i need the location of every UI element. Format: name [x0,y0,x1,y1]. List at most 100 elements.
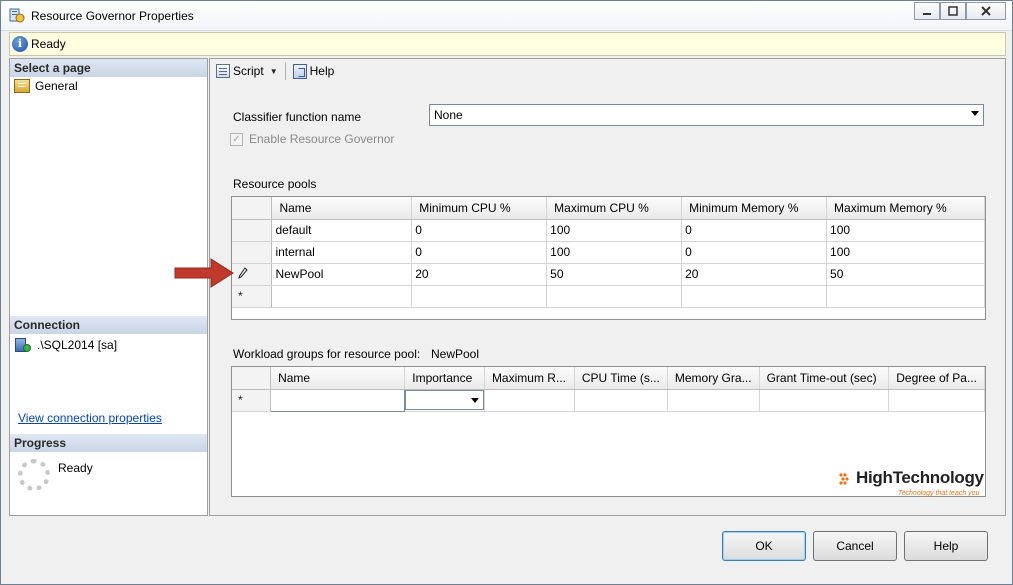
row-header[interactable] [232,263,273,286]
column-header[interactable]: Maximum CPU % [546,197,683,220]
dropdown-arrow-icon [971,111,979,116]
logo-dots-icon [839,473,849,485]
table-cell[interactable]: 20 [411,263,548,286]
pencil-icon [238,266,248,279]
table-row[interactable]: NewPool 20 50 20 50 [232,263,985,286]
table-cell[interactable] [681,285,828,308]
column-header[interactable]: Name [271,197,413,220]
table-cell[interactable]: 100 [546,241,683,264]
general-page-icon [14,79,30,93]
table-cell[interactable]: 50 [546,263,683,286]
help-toolbar-button[interactable]: Help [290,62,338,81]
toolbar: Script ▼ Help [210,59,1005,83]
table-cell[interactable] [759,389,890,412]
table-header-row: Name Minimum CPU % Maximum CPU % Minimum… [232,197,985,220]
table-cell[interactable]: 100 [546,219,683,242]
dropdown-arrow-icon [470,398,479,403]
workload-groups-label: Workload groups for resource pool: [233,347,421,361]
table-cell[interactable] [270,388,406,412]
window-title: Resource Governor Properties [31,9,194,23]
table-row[interactable]: internal 0 100 0 100 [232,241,985,264]
classifier-dropdown[interactable]: None [429,104,984,126]
info-icon: i [12,36,28,52]
column-header[interactable]: Name [270,367,406,390]
enable-resource-governor-checkbox[interactable]: ✓ [230,133,243,146]
cancel-button[interactable]: Cancel [813,531,897,561]
progress-header: Progress [10,434,207,452]
maximize-button[interactable] [940,2,966,20]
table-cell[interactable]: 100 [826,219,985,242]
ok-button[interactable]: OK [722,531,806,561]
script-label: Script [233,64,264,78]
table-cell[interactable]: default [271,219,413,242]
table-cell[interactable] [888,389,985,412]
status-bar: i Ready [9,32,1006,56]
script-icon [216,64,230,78]
table-cell[interactable]: 0 [681,219,828,242]
column-header[interactable]: Minimum CPU % [411,197,548,220]
row-header[interactable] [232,219,273,242]
row-header[interactable]: * [232,285,273,308]
column-header[interactable]: Grant Time-out (sec) [759,367,890,390]
table-cell[interactable]: internal [271,241,413,264]
close-button[interactable] [966,2,1006,20]
help-button[interactable]: Help [904,531,988,561]
view-connection-properties-link[interactable]: View connection properties [18,411,162,425]
table-cell[interactable] [271,285,413,308]
enable-resource-governor-label: Enable Resource Governor [249,132,395,146]
column-header[interactable]: Maximum Memory % [826,197,985,220]
progress-spinner-icon [18,459,50,491]
table-cell[interactable] [667,389,760,412]
importance-dropdown[interactable] [405,390,484,410]
table-cell[interactable]: 0 [411,241,548,264]
table-cell[interactable]: 50 [826,263,985,286]
table-cell[interactable] [484,389,575,412]
red-arrow-icon [174,258,234,288]
column-header[interactable]: Minimum Memory % [681,197,828,220]
table-cell[interactable] [574,389,668,412]
chevron-down-icon: ▼ [269,66,278,76]
row-header-corner [232,197,273,220]
table-cell[interactable] [411,285,548,308]
column-header[interactable]: Importance [404,367,485,390]
classifier-label: Classifier function name [233,110,362,124]
table-cell[interactable]: 0 [411,219,548,242]
column-header[interactable]: CPU Time (s... [574,367,668,390]
column-header[interactable]: Memory Gra... [667,367,760,390]
page-item-label: General [35,79,78,93]
table-header-row: Name Importance Maximum R... CPU Time (s… [232,367,985,390]
resource-pools-table: Name Minimum CPU % Maximum CPU % Minimum… [232,197,985,308]
table-cell[interactable] [546,285,683,308]
server-icon [15,338,31,352]
table-cell[interactable]: NewPool [271,263,413,286]
row-header[interactable] [232,241,273,264]
close-icon [981,6,991,16]
help-toolbar-label: Help [309,64,335,78]
column-header[interactable]: Maximum R... [484,367,575,390]
table-cell[interactable]: 0 [681,241,828,264]
table-cell[interactable] [826,285,985,308]
new-row-asterisk-icon: * [238,393,243,407]
table-row-new[interactable]: * [232,388,985,412]
toolbar-separator [284,62,286,80]
table-cell[interactable]: 20 [681,263,828,286]
help-icon [292,63,307,79]
script-button[interactable]: Script ▼ [213,62,281,80]
minimize-icon [923,13,931,15]
table-row-new[interactable]: * [232,285,985,308]
resource-pools-label: Resource pools [233,177,317,191]
row-header[interactable]: * [232,389,272,412]
column-header[interactable]: Degree of Pa... [888,367,985,390]
table-row[interactable]: default 0 100 0 100 [232,219,985,242]
window-controls [914,2,1006,20]
importance-cell[interactable] [404,389,485,412]
row-header-corner [232,367,272,390]
page-item-general[interactable]: General [14,79,78,93]
minimize-button[interactable] [914,2,940,20]
table-cell[interactable]: 100 [826,241,985,264]
status-text: Ready [31,37,66,51]
main-panel: Script ▼ Help Classifier function name N… [209,58,1006,516]
connection-server: .\SQL2014 [sa] [15,338,117,352]
dialog-window: Resource Governor Properties i Ready Sel… [0,0,1013,585]
resource-governor-icon [9,8,25,23]
